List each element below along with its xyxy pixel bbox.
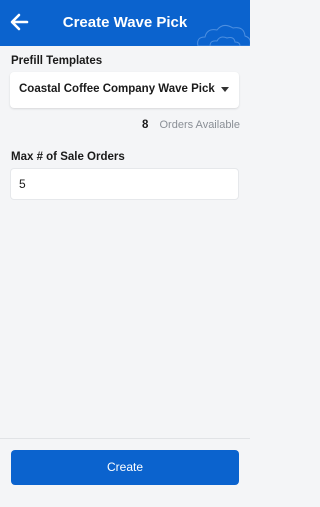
- create-button[interactable]: Create: [11, 450, 239, 485]
- caret-down-icon: [221, 87, 229, 92]
- prefill-templates-label: Prefill Templates: [11, 55, 103, 67]
- orders-available-count: 8: [142, 119, 149, 131]
- template-selected-value: Coastal Coffee Company Wave Pick: [19, 83, 215, 95]
- max-sale-orders-input[interactable]: [19, 177, 219, 191]
- cloud-icon: [197, 24, 250, 46]
- template-dropdown[interactable]: Coastal Coffee Company Wave Pick: [10, 72, 239, 108]
- orders-available: 8 Orders Available: [142, 119, 240, 131]
- max-sale-orders-label: Max # of Sale Orders: [11, 151, 125, 163]
- max-sale-orders-field[interactable]: [10, 168, 239, 200]
- footer-bar: Create: [0, 438, 250, 507]
- app-header: Create Wave Pick: [0, 0, 250, 46]
- orders-available-label: Orders Available: [159, 119, 240, 131]
